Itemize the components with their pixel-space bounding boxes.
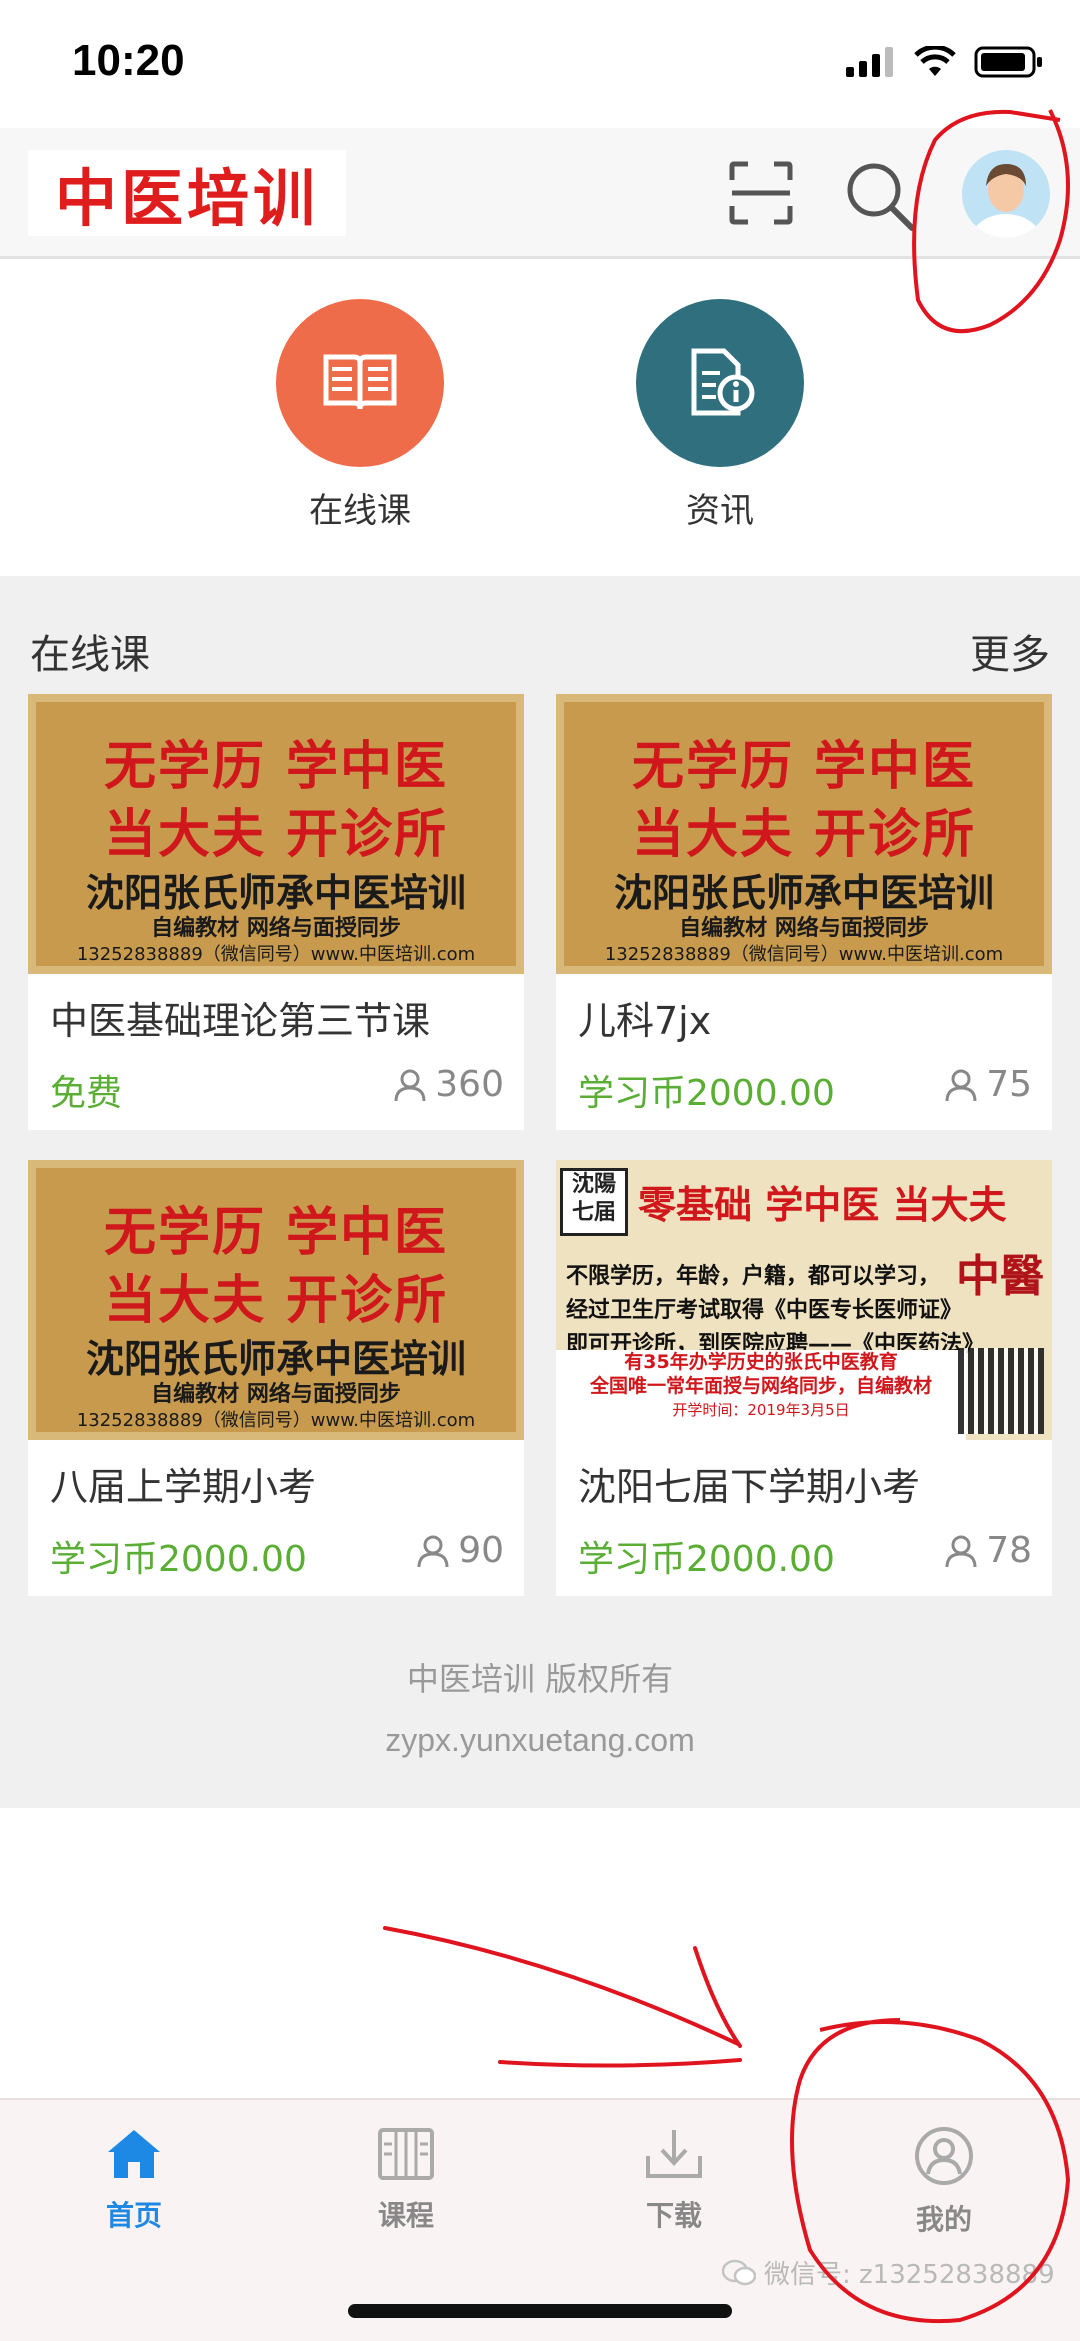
tab-home[interactable]: 首页 [44,2126,224,2234]
courses-icon [378,2128,434,2180]
footer-copyright: 中医培训 版权所有 [406,1660,674,1698]
course-price: 学习币2000.00 [50,1539,307,1580]
tab-label: 首页 [105,2199,162,2232]
courses-section: 在线课 更多 无学历 学中医 当大夫 开诊所 沈阳张氏师承中医培训 自编教材 网… [0,576,1080,1808]
search-icon[interactable] [844,160,916,232]
banner-line: 自编教材 网络与面授同步 [151,1382,401,1407]
course-price: 学习币2000.00 [578,1539,835,1580]
quick-link-label: 在线课 [309,491,411,531]
banner-side-text: 中醫 [956,1251,1044,1302]
student-count-value: 90 [458,1530,504,1571]
student-count: 360 [393,1064,504,1105]
banner-line: 当大夫 开诊所 [103,805,449,865]
tab-courses[interactable]: 课程 [316,2126,496,2234]
person-icon [417,1535,449,1567]
download-icon [646,2130,702,2178]
banner-line: 开学时间：2019年3月5日 [672,1401,850,1419]
book-icon [323,354,397,410]
user-icon [915,2127,973,2185]
course-thumbnail: 无学历 学中医 当大夫 开诊所 沈阳张氏师承中医培训 自编教材 网络与面授同步 … [28,694,524,974]
person-icon [945,1535,977,1567]
battery-icon [974,46,1042,78]
quick-link-news[interactable]: 资讯 [620,299,820,532]
status-time: 10:20 [72,36,185,85]
course-title: 沈阳七届下学期小考 [578,1465,921,1509]
banner-box: 有35年办学历史的张氏中医教育 全国唯一常年面授与网络同步，自编教材 开学时间：… [556,1350,966,1440]
app-logo[interactable]: 中医培训 [28,150,346,236]
banner-line: 13252838889（微信同号）www.中医培训.com [604,944,1004,965]
news-button[interactable] [636,299,804,467]
course-price: 免费 [50,1073,123,1114]
banner-line: 沈阳张氏师承中医培训 [85,871,466,915]
student-count-value: 78 [986,1530,1032,1571]
course-card[interactable]: 无学历 学中医 当大夫 开诊所 沈阳张氏师承中医培训 自编教材 网络与面授同步 … [28,1160,524,1596]
course-thumbnail: 沈陽七届 零基础 学中医 当大夫 不限学历，年龄，户籍，都可以学习， 经过卫生厅… [556,1160,1052,1440]
info-document-icon [691,348,755,416]
more-link[interactable]: 更多 [970,622,1050,680]
qr-code [958,1348,1044,1434]
quick-link-label: 资讯 [686,491,754,531]
tab-label: 我的 [915,2203,972,2236]
banner-line: 自编教材 网络与面授同步 [151,916,401,941]
course-title: 儿科7jx [578,999,712,1043]
person-icon [945,1069,977,1101]
banner-line: 有35年办学历史的张氏中医教育 [624,1351,898,1373]
student-count: 75 [944,1064,1032,1105]
section-title: 在线课 [30,632,150,678]
banner-line: 无学历 学中医 [631,737,977,797]
banner-line: 当大夫 开诊所 [631,805,977,865]
course-thumbnail: 无学历 学中医 当大夫 开诊所 沈阳张氏师承中医培训 自编教材 网络与面授同步 … [28,1160,524,1440]
quick-links: 在线课 资讯 [0,259,1080,576]
online-course-button[interactable] [276,299,444,467]
course-card[interactable]: 无学历 学中医 当大夫 开诊所 沈阳张氏师承中医培训 自编教材 网络与面授同步 … [556,694,1052,1130]
app-header: 中医培训 [0,128,1080,259]
banner-line: 全国唯一常年面授与网络同步，自编教材 [589,1375,932,1397]
person-icon [394,1069,426,1101]
student-count: 90 [416,1530,504,1571]
banner-line: 13252838889（微信同号）www.中医培训.com [76,1410,476,1431]
banner-line: 沈阳张氏师承中医培训 [85,1337,466,1381]
status-icons [846,46,1044,78]
watermark: 微信号: z13252838889 [722,2254,1055,2291]
wechat-icon [722,2259,756,2285]
course-title: 八届上学期小考 [50,1465,317,1509]
footer-url[interactable]: zypx.yunxuetang.com [0,1722,1080,1759]
course-price: 学习币2000.00 [578,1073,835,1114]
tab-profile[interactable]: 我的 [854,2126,1034,2238]
status-bar: 10:20 [0,0,1080,128]
banner-line: 不限学历，年龄，户籍，都可以学习， [566,1264,941,1289]
wifi-icon [914,46,956,76]
logo-text: 中医培训 [54,162,319,235]
annotation-arrow [383,1926,742,2068]
student-count: 78 [944,1530,1032,1571]
banner-body: 不限学历，年龄，户籍，都可以学习， 经过卫生厅考试取得《中医专长医师证》 即可开… [566,1260,984,1362]
cellular-signal-icon [846,47,893,77]
banner-line: 当大夫 开诊所 [103,1271,449,1331]
banner-line: 沈阳张氏师承中医培训 [613,871,994,915]
course-card[interactable]: 沈陽七届 零基础 学中医 当大夫 不限学历，年龄，户籍，都可以学习， 经过卫生厅… [556,1160,1052,1596]
quick-link-online-course[interactable]: 在线课 [260,299,460,532]
seal-stamp: 沈陽七届 [560,1168,628,1236]
avatar[interactable] [962,150,1050,238]
course-title: 中医基础理论第三节课 [50,999,431,1043]
tab-label: 下载 [645,2199,702,2232]
tab-label: 课程 [377,2199,434,2232]
banner-headline: 零基础 学中医 当大夫 [638,1183,1007,1227]
home-indicator [348,2304,732,2318]
banner-line: 无学历 学中医 [103,737,449,797]
course-thumbnail: 无学历 学中医 当大夫 开诊所 沈阳张氏师承中医培训 自编教材 网络与面授同步 … [556,694,1052,974]
scan-icon[interactable] [728,160,794,226]
user-avatar-icon [962,150,1050,238]
watermark-text: 微信号: z13252838889 [764,2260,1055,2290]
student-count-value: 360 [435,1064,504,1105]
banner-line: 经过卫生厅考试取得《中医专长医师证》 [566,1298,963,1323]
student-count-value: 75 [986,1064,1032,1105]
tab-download[interactable]: 下载 [584,2126,764,2234]
course-card[interactable]: 无学历 学中医 当大夫 开诊所 沈阳张氏师承中医培训 自编教材 网络与面授同步 … [28,694,524,1130]
banner-line: 13252838889（微信同号）www.中医培训.com [76,944,476,965]
banner-line: 无学历 学中医 [103,1203,449,1263]
home-icon [108,2130,160,2178]
banner-line: 自编教材 网络与面授同步 [679,916,929,941]
